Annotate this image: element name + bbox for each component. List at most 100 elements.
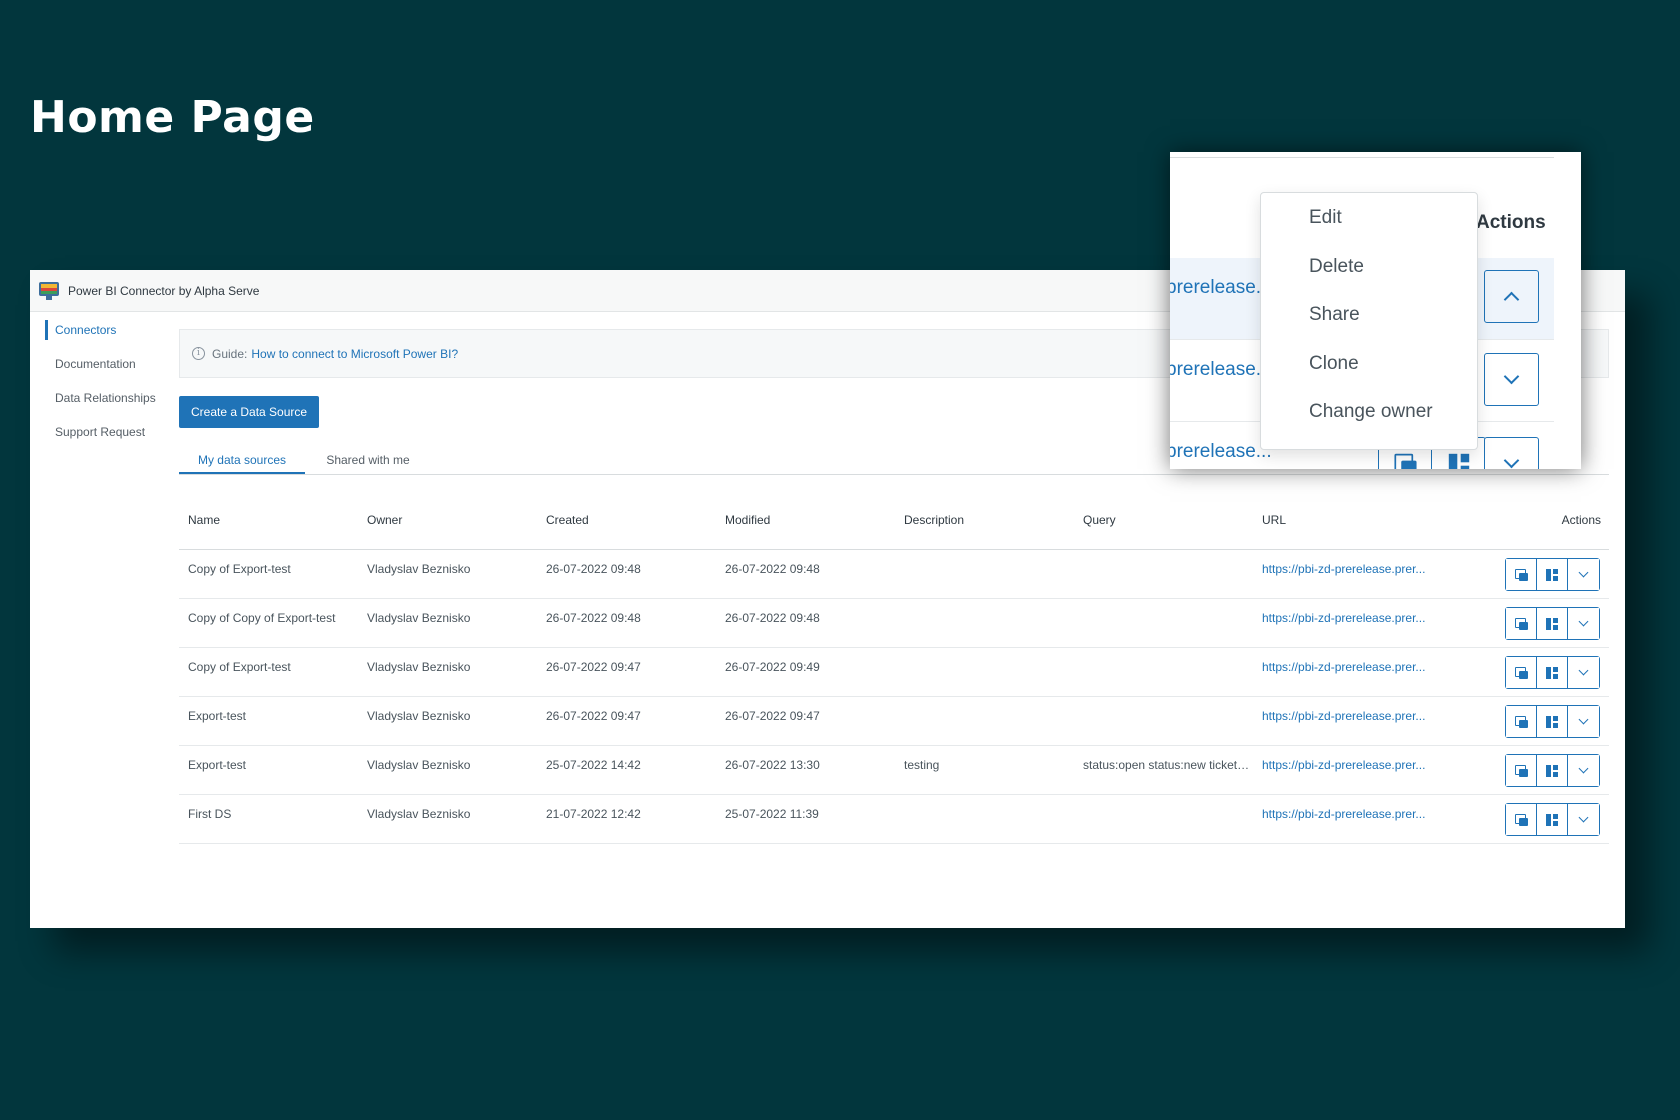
tab-my-data-sources[interactable]: My data sources [179,447,305,474]
cell-query [1074,562,1253,598]
app-name: Power BI Connector by Alpha Serve [68,283,260,298]
table-row: Export-test Vladyslav Beznisko 26-07-2022 … [179,697,1609,746]
header-created[interactable]: Created [537,513,716,527]
copy-icon [1394,453,1417,469]
cell-created: 21-07-2022 12:42 [546,807,641,821]
chevron-down-icon [1578,812,1589,823]
menu-item-share[interactable]: Share [1261,304,1477,353]
cell-url[interactable]: https://pbi-zd-prerelease.prer... [1253,758,1428,794]
header-description[interactable]: Description [895,513,1074,527]
table-row: First DS Vladyslav Beznisko 21-07-2022 12:… [179,795,1609,844]
create-data-source-button[interactable]: Create a Data Source [179,396,320,428]
copy-icon [1514,764,1528,777]
cell-modified: 26-07-2022 13:30 [725,758,820,772]
chevron-down-icon [1503,452,1520,469]
cell-description: testing [904,758,940,772]
dashboard-icon [1546,764,1558,777]
cell-query: status:open status:new ticket_t... [1083,758,1253,772]
cell-owner: Vladyslav Beznisko [367,660,471,674]
cell-name: Export-test [188,709,247,723]
menu-item-clone[interactable]: Clone [1261,353,1477,402]
cell-modified: 26-07-2022 09:48 [725,562,820,576]
cell-url[interactable]: https://pbi-zd-prerelease.prer... [1253,709,1428,745]
menu-item-delete[interactable]: Delete [1261,256,1477,305]
header-owner[interactable]: Owner [358,513,537,527]
cell-name: Export-test [188,758,247,772]
cell-url[interactable]: https://pbi-zd-prerelease.prer... [1253,562,1428,598]
zoom-url-link[interactable]: prerelease.. [1170,359,1266,381]
dashboard-button[interactable] [1537,608,1568,639]
cell-modified: 26-07-2022 09:49 [725,660,820,674]
dashboard-icon [1546,568,1558,581]
cell-created: 26-07-2022 09:48 [546,562,641,576]
row-actions [1505,656,1600,689]
header-modified[interactable]: Modified [716,513,895,527]
more-actions-button[interactable] [1568,657,1599,688]
copy-button[interactable] [1506,706,1537,737]
zoom-actions-toggle-button[interactable] [1484,270,1539,323]
cell-created: 26-07-2022 09:47 [546,660,641,674]
copy-button[interactable] [1506,608,1537,639]
cell-url[interactable]: https://pbi-zd-prerelease.prer... [1253,660,1428,696]
more-actions-button[interactable] [1568,706,1599,737]
copy-button[interactable] [1506,657,1537,688]
guide-link[interactable]: How to connect to Microsoft Power BI? [251,347,458,361]
header-query[interactable]: Query [1074,513,1253,527]
cell-query [1074,709,1253,745]
tab-shared-with-me[interactable]: Shared with me [305,447,431,474]
header-url[interactable]: URL [1253,513,1428,527]
info-icon: i [192,347,205,360]
copy-icon [1514,666,1528,679]
cell-created: 25-07-2022 14:42 [546,758,641,772]
cell-url[interactable]: https://pbi-zd-prerelease.prer... [1253,611,1428,647]
sidebar: Connectors Documentation Data Relationsh… [30,312,180,448]
dashboard-button[interactable] [1537,657,1568,688]
more-actions-button[interactable] [1568,608,1599,639]
table-row: Export-test Vladyslav Beznisko 25-07-2022 … [179,746,1609,795]
cell-owner: Vladyslav Beznisko [367,758,471,772]
more-actions-button[interactable] [1568,559,1599,590]
header-actions: Actions [1561,513,1601,527]
copy-button[interactable] [1506,559,1537,590]
sidebar-item-support-request[interactable]: Support Request [30,416,180,448]
copy-button[interactable] [1506,755,1537,786]
chevron-down-icon [1578,616,1589,627]
cell-owner: Vladyslav Beznisko [367,807,471,821]
cell-name: First DS [188,807,232,821]
zoom-actions-toggle-button[interactable] [1484,353,1539,406]
cell-owner: Vladyslav Beznisko [367,611,471,625]
cell-description [895,611,1074,647]
cell-name: Copy of Copy of Export-test [188,611,336,625]
table-row: Copy of Copy of Export-test Vladyslav Bez… [179,599,1609,648]
zoom-url-link[interactable]: prerelease... [1170,441,1272,463]
dashboard-button[interactable] [1537,755,1568,786]
cell-modified: 25-07-2022 11:39 [725,807,819,821]
copy-button[interactable] [1506,804,1537,835]
page-title: Home Page [30,92,315,143]
app-logo-icon [38,281,60,300]
table-row: Copy of Export-test Vladyslav Beznisko 26-… [179,550,1609,599]
zoom-actions-header: Actions [1476,212,1546,233]
more-actions-button[interactable] [1568,804,1599,835]
dashboard-icon [1546,813,1558,826]
header-name[interactable]: Name [179,513,358,527]
dashboard-button[interactable] [1537,804,1568,835]
chevron-down-icon [1578,665,1589,676]
menu-item-change-owner[interactable]: Change owner [1261,401,1477,450]
dashboard-button[interactable] [1537,559,1568,590]
zoom-actions-toggle-button[interactable] [1484,437,1539,469]
cell-url[interactable]: https://pbi-zd-prerelease.prer... [1253,807,1428,843]
menu-item-edit[interactable]: Edit [1261,207,1477,256]
cell-name: Copy of Export-test [188,660,291,674]
cell-description [895,807,1074,843]
row-actions [1505,803,1600,836]
sidebar-item-documentation[interactable]: Documentation [30,348,180,380]
sidebar-item-data-relationships[interactable]: Data Relationships [30,382,180,414]
sidebar-item-connectors[interactable]: Connectors [30,314,180,346]
dashboard-button[interactable] [1537,706,1568,737]
dashboard-icon [1546,666,1558,679]
more-actions-button[interactable] [1568,755,1599,786]
zoom-url-link[interactable]: prerelease.. [1170,277,1266,299]
cell-owner: Vladyslav Beznisko [367,562,471,576]
data-sources-table: Name Owner Created Modified Description … [179,495,1609,844]
